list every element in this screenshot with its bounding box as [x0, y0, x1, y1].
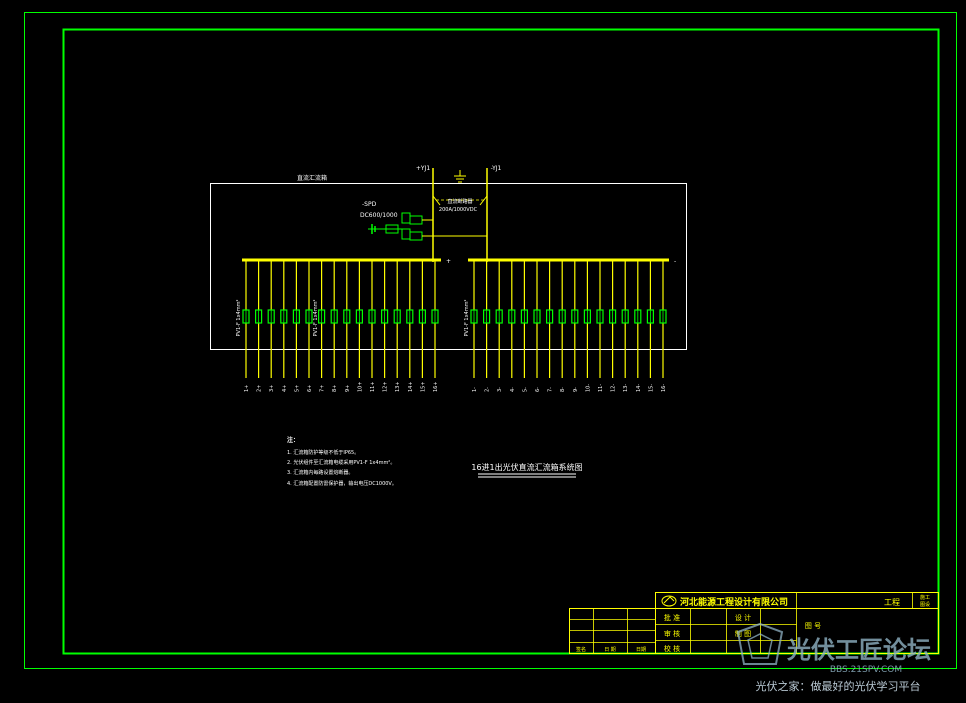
- notes-heading: 注：: [287, 436, 299, 444]
- negative-input-label: 13-: [623, 384, 629, 392]
- positive-input-label: 3+: [269, 385, 275, 392]
- positive-input-label: 4+: [282, 385, 288, 392]
- negative-input-label: 2-: [485, 387, 491, 392]
- negative-input-label: 12-: [611, 384, 617, 392]
- breaker-label: 直流断路器: [447, 198, 472, 205]
- forum-watermark-logo-icon: [736, 622, 784, 665]
- check-label: 校 核: [664, 644, 680, 653]
- positive-input-label: 13+: [395, 381, 401, 392]
- negative-bus-sign: -: [674, 258, 676, 265]
- positive-input-label: 8+: [332, 385, 338, 392]
- company-name: 河北能源工程设计有限公司: [680, 596, 788, 608]
- negative-input-branches: 1- 2- 3- 4- 5- 6- 7- 8- 9- 10- 11- 12- 13- 14- 15- 16-: [470, 260, 667, 392]
- negative-input-label: 4-: [510, 387, 516, 392]
- negative-input-label: 5-: [522, 387, 528, 392]
- positive-input-label: 2+: [257, 385, 263, 392]
- cable-label-positive-a: PV1-F 1x4mm²: [236, 300, 242, 337]
- ground-symbol: [454, 170, 466, 183]
- inner-border: [62, 28, 940, 655]
- negative-input-label: 11-: [598, 384, 604, 392]
- positive-input-label: 14+: [408, 381, 414, 392]
- positive-input-label: 11+: [370, 381, 376, 392]
- cabinet-title: 直流汇流箱: [297, 174, 327, 182]
- stage-label-top: 施工: [920, 594, 930, 601]
- design-label: 设 计: [735, 613, 751, 622]
- positive-input-label: 15+: [420, 381, 426, 392]
- positive-output-label: +YJ1: [416, 165, 430, 172]
- note-2: 2. 光伏组件至汇流箱电缆采用PV1-F 1x4mm²。: [287, 459, 395, 466]
- watermark-url: BBS.21SPV.COM: [830, 665, 902, 675]
- drawing-number-label: 图 号: [805, 622, 821, 630]
- approve-label: 批 准: [664, 613, 680, 622]
- outer-border: [24, 12, 957, 669]
- positive-input-label: 12+: [383, 381, 389, 392]
- positive-input-branches: 1+ 2+ 3+ 4+ 5+ 6+ 7+ 8+ 9+ 10+ 11+ 12+ 13+ 14+ 15+ 16+: [242, 260, 439, 392]
- positive-input-label: 7+: [320, 385, 326, 392]
- negative-input-label: 3-: [497, 387, 503, 392]
- cable-label-negative: PV1-F 1x4mm²: [464, 300, 470, 337]
- note-3: 3. 汇流箱内每路设置熔断器。: [287, 469, 353, 476]
- project-label: 工程: [884, 598, 900, 607]
- negative-input-label: 6-: [535, 387, 541, 392]
- stage-label-bottom: 图设: [920, 601, 930, 608]
- negative-input-label: 15-: [648, 384, 654, 392]
- review-label: 审 核: [664, 629, 680, 638]
- watermark-slogan: 光伏之家：做最好的光伏学习平台: [756, 679, 921, 693]
- negative-input-label: 14-: [636, 384, 642, 392]
- negative-input-label: 9-: [573, 387, 579, 392]
- positive-input-label: 5+: [294, 385, 300, 392]
- positive-input-label: 1+: [244, 385, 250, 392]
- watermark-logo-text: 光伏工匠论坛: [786, 636, 931, 664]
- negative-output-label: -YJ1: [491, 165, 502, 172]
- schematic-canvas: 直流汇流箱 +YJ1 -YJ1 直流断路器 200A/1000VDC -SPD …: [24, 12, 957, 693]
- positive-input-label: 16+: [433, 381, 439, 392]
- note-1: 1. 汇流箱防护等级不低于IP65。: [287, 449, 359, 456]
- positive-input-label: 6+: [307, 385, 313, 392]
- spd-rating: DC600/1000: [360, 212, 398, 219]
- negative-input-label: 8-: [560, 387, 566, 392]
- revision-date2-label: 日期: [636, 647, 646, 653]
- drawing-title: 16进1出光伏直流汇流箱系统图: [471, 462, 582, 472]
- negative-input-label: 10-: [585, 384, 591, 392]
- revision-date-label: 日 期: [604, 647, 616, 653]
- revision-sign-label: 签名: [576, 646, 586, 653]
- negative-input-label: 1-: [472, 387, 478, 392]
- positive-input-label: 9+: [345, 385, 351, 392]
- positive-bus-sign: +: [446, 258, 451, 265]
- breaker-rating: 200A/1000VDC: [439, 207, 478, 213]
- positive-input-label: 10+: [357, 381, 363, 392]
- company-logo-icon: [661, 595, 677, 607]
- negative-input-label: 7-: [548, 387, 554, 392]
- spd-label: -SPD: [362, 201, 377, 208]
- negative-input-label: 16-: [661, 384, 667, 392]
- note-4: 4. 汇流箱配置防雷保护器，输出电压DC1000V。: [287, 480, 397, 487]
